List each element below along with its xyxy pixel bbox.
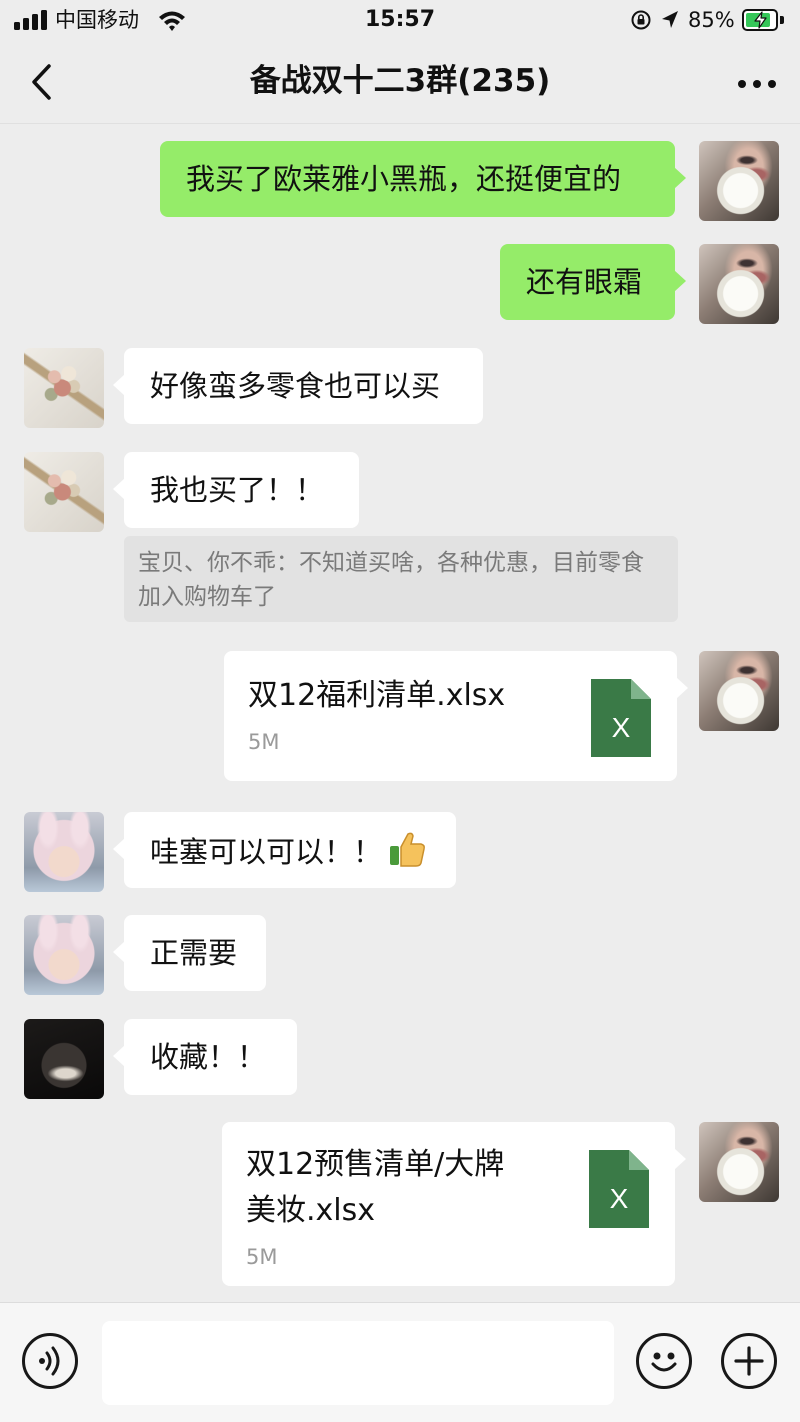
quoted-reply[interactable]: 宝贝、你不乖：不知道买啥，各种优惠，目前零食加入购物车了	[124, 536, 678, 622]
message-input[interactable]	[102, 1321, 614, 1405]
more-actions-button[interactable]	[721, 1333, 777, 1389]
message-bubble-incoming[interactable]: 好像蛮多零食也可以买	[113, 348, 483, 424]
sender-avatar[interactable]	[24, 915, 104, 995]
message-text: 还有眼霜	[526, 265, 643, 299]
file-name-line: 美妆.xlsx	[246, 1193, 376, 1228]
my-avatar[interactable]	[699, 651, 779, 731]
excel-file-letter: X	[610, 1183, 629, 1214]
excel-file-icon: X	[589, 1150, 649, 1228]
message-bubble-incoming[interactable]: 我也买了！！	[113, 452, 359, 528]
status-time: 15:57	[364, 7, 436, 32]
message-bubble-outgoing[interactable]: 我买了欧莱雅小黑瓶，还挺便宜的	[160, 141, 686, 217]
status-bar: 中国移动 15:57 85%	[0, 0, 800, 42]
input-bar	[0, 1302, 800, 1422]
battery-charging-icon	[742, 9, 778, 31]
voice-button[interactable]	[22, 1333, 78, 1389]
voice-icon	[39, 1346, 60, 1376]
message-text: 哇塞可以可以！！	[150, 835, 383, 869]
nav-bar: 备战双十二3群(235)	[0, 42, 800, 124]
message-bubble-incoming[interactable]: 收藏！！	[113, 1019, 297, 1095]
emoji-icon	[651, 1352, 677, 1372]
excel-file-icon: X	[591, 679, 651, 757]
message-text: 好像蛮多零食也可以买	[150, 369, 441, 403]
file-name: 双12福利清单.xlsx	[248, 678, 506, 713]
sender-avatar[interactable]	[24, 812, 104, 892]
file-message-card[interactable]: 双12预售清单/大牌 美妆.xlsx 5M X	[222, 1122, 686, 1286]
emoji-button[interactable]	[636, 1333, 692, 1389]
orientation-lock-icon	[631, 10, 651, 30]
message-bubble-outgoing[interactable]: 还有眼霜	[500, 244, 686, 320]
message-text: 收藏！！	[150, 1040, 267, 1074]
message-text: 正需要	[150, 936, 238, 970]
plus-icon	[734, 1346, 764, 1376]
sender-avatar[interactable]	[24, 348, 104, 428]
battery-percent: 85%	[688, 8, 735, 32]
chat-title: 备战双十二3群(235)	[249, 63, 551, 99]
message-text: 我也买了！！	[150, 473, 325, 507]
charging-bolt-icon	[754, 11, 767, 29]
file-name-line: 双12预售清单/大牌	[246, 1147, 505, 1182]
file-size: 5M	[246, 1245, 278, 1269]
file-size: 5M	[248, 730, 280, 754]
thumbs-up-icon	[390, 832, 425, 867]
message-bubble-incoming[interactable]: 正需要	[113, 915, 266, 991]
excel-file-letter: X	[612, 712, 631, 743]
more-options-button[interactable]	[732, 62, 782, 102]
sender-avatar[interactable]	[24, 452, 104, 532]
my-avatar[interactable]	[699, 141, 779, 221]
file-message-card[interactable]: 双12福利清单.xlsx 5M X	[224, 651, 688, 781]
my-avatar[interactable]	[699, 244, 779, 324]
message-text: 我买了欧莱雅小黑瓶，还挺便宜的	[186, 162, 622, 196]
battery-tip	[780, 16, 784, 24]
message-bubble-incoming[interactable]: 哇塞可以可以！！	[113, 812, 456, 888]
sender-avatar[interactable]	[24, 1019, 104, 1099]
my-avatar[interactable]	[699, 1122, 779, 1202]
location-arrow-icon	[662, 11, 678, 28]
